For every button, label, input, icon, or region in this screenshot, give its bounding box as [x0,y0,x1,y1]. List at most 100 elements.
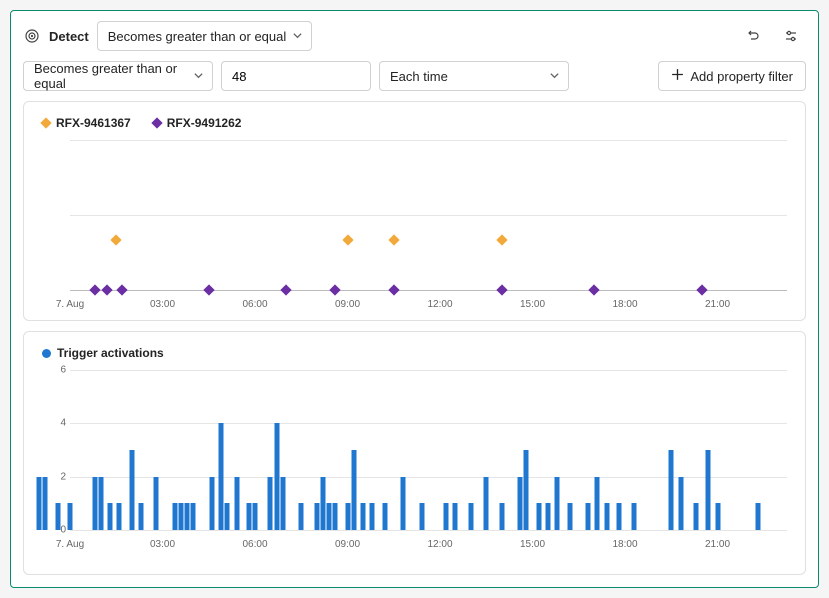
bar [333,503,338,530]
x-tick-label: 15:00 [520,299,545,310]
panel-header: Detect Becomes greater than or equal [23,21,806,51]
data-point [101,284,112,295]
data-point [696,284,707,295]
x-tick-label: 06:00 [242,299,267,310]
chevron-down-icon [292,29,303,44]
x-tick-label: 18:00 [612,299,637,310]
bar [280,477,285,530]
detect-panel: Detect Becomes greater than or equal Bec… [10,10,819,588]
bar-plot-area: 02467. Aug03:0006:0009:0012:0015:0018:00… [42,370,787,550]
bar [545,503,550,530]
settings-slider-button[interactable] [776,21,806,51]
target-icon [23,27,41,45]
condition-label: Becomes greater than or equal [34,61,187,91]
threshold-input[interactable] [221,61,371,91]
x-tick-label: 18:00 [612,539,637,550]
scatter-plot-area: 7. Aug 03:00 06:00 09:00 12:00 15:00 18:00 21:0… [42,140,787,310]
bar [345,503,350,530]
x-tick-label: 09:00 [335,299,360,310]
data-point [496,234,507,245]
bar [586,503,591,530]
legend-label: Trigger activations [57,346,164,360]
bar [117,503,122,530]
bar [92,477,97,530]
chevron-down-icon [549,69,560,84]
bar [172,503,177,530]
x-tick-label: 21:00 [705,299,730,310]
chevron-down-icon [193,69,204,84]
legend-item: RFX-9491262 [153,116,242,130]
header-condition-label: Becomes greater than or equal [108,29,287,44]
bar [693,503,698,530]
x-tick-label: 15:00 [520,539,545,550]
x-tick-label: 21:00 [705,539,730,550]
data-point [280,284,291,295]
bar-chart-card: Trigger activations 02467. Aug03:0006:00… [23,331,806,575]
legend-item: RFX-9461367 [42,116,131,130]
bar [755,503,760,530]
x-tick-label: 7. Aug [56,539,84,550]
bar [604,503,609,530]
bar [419,503,424,530]
condition-dropdown[interactable]: Becomes greater than or equal [23,61,213,91]
filter-row: Becomes greater than or equal Each time … [23,61,806,91]
bar [299,503,304,530]
bar [351,450,356,530]
data-point [89,284,100,295]
bar [320,477,325,530]
bar [108,503,113,530]
bar [234,477,239,530]
legend-label: RFX-9461367 [56,116,131,130]
bar [37,477,42,530]
bar [370,503,375,530]
data-point [388,234,399,245]
bar [524,450,529,530]
bar [669,450,674,530]
x-tick-label: 12:00 [427,539,452,550]
bar [314,503,319,530]
y-tick-label: 6 [42,365,66,376]
bar [274,423,279,530]
add-property-filter-button[interactable]: Add property filter [658,61,806,91]
bar [246,503,251,530]
bar [536,503,541,530]
data-point [117,284,128,295]
bar [484,477,489,530]
bar [678,477,683,530]
add-button-label: Add property filter [690,69,793,84]
bar [499,503,504,530]
bar [185,503,190,530]
x-tick-label: 03:00 [150,539,175,550]
bar [401,477,406,530]
x-tick-label: 12:00 [427,299,452,310]
header-condition-dropdown[interactable]: Becomes greater than or equal [97,21,313,51]
diamond-icon [40,117,51,128]
data-point [342,234,353,245]
x-tick-label: 09:00 [335,539,360,550]
bar [632,503,637,530]
bar [138,503,143,530]
bar [179,503,184,530]
bar [616,503,621,530]
x-tick-label: 7. Aug [56,299,84,310]
bar [468,503,473,530]
bar [453,503,458,530]
bar [154,477,159,530]
bar [98,477,103,530]
undo-button[interactable] [738,21,768,51]
x-tick-label: 03:00 [150,299,175,310]
bar [253,503,258,530]
dot-icon [42,349,51,358]
data-point [588,284,599,295]
data-point [496,284,507,295]
data-point [203,284,214,295]
frequency-dropdown[interactable]: Each time [379,61,569,91]
bar [129,450,134,530]
bar [55,503,60,530]
y-tick-label: 4 [42,418,66,429]
plus-icon [671,68,684,84]
bar [225,503,230,530]
x-tick-label: 06:00 [242,539,267,550]
bar [327,503,332,530]
data-point [388,284,399,295]
